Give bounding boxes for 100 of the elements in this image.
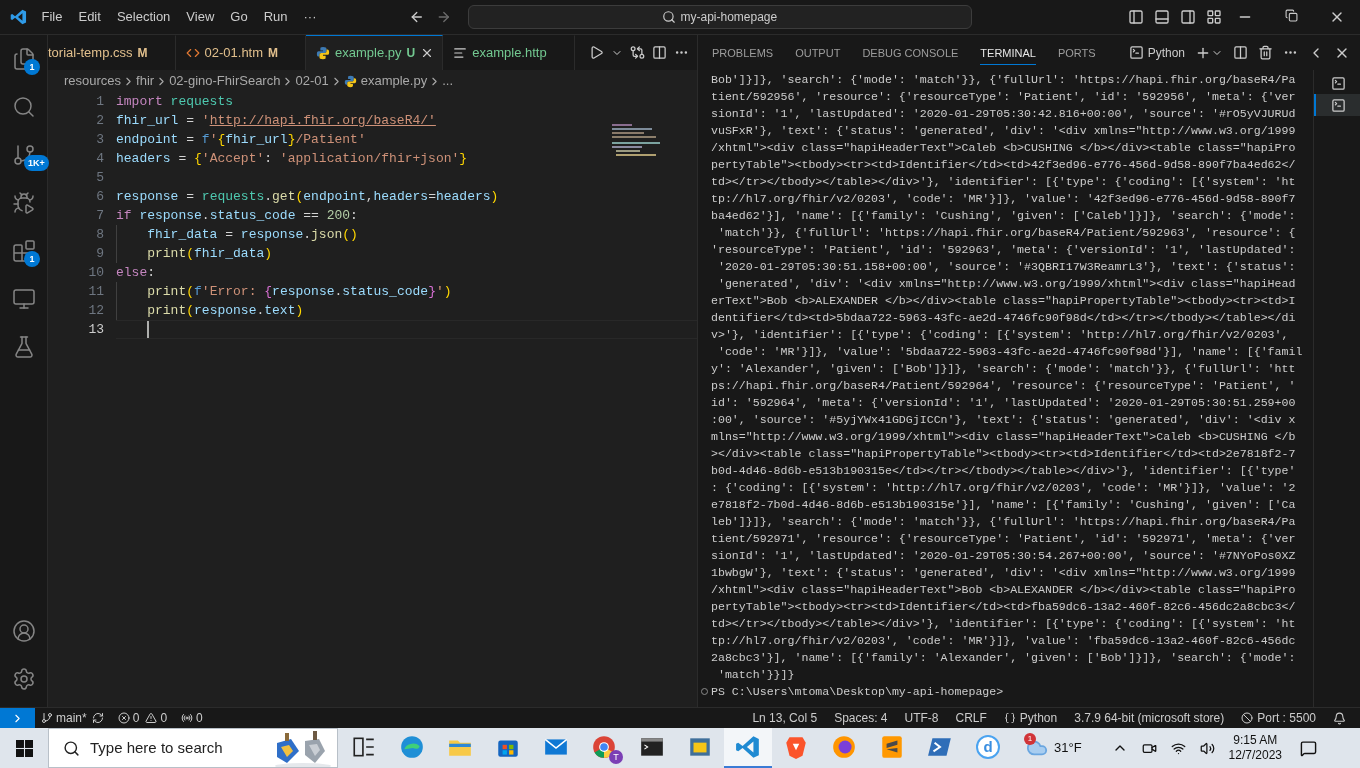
text-cursor — [147, 321, 150, 338]
menu-item[interactable]: Run — [255, 7, 296, 27]
code-text: ' — [201, 112, 210, 130]
editor-icon — [879, 734, 905, 760]
split-terminal-icon[interactable] — [1233, 45, 1248, 60]
code-text: ( — [186, 302, 195, 320]
secondary-sidebar-icon[interactable] — [1180, 9, 1196, 25]
breadcrumb-item[interactable]: example.py — [360, 71, 428, 91]
code-text: else — [116, 264, 148, 282]
files-icon[interactable] — [12, 47, 36, 71]
code-text: fhir_url — [116, 112, 179, 130]
wifi-icon[interactable] — [1170, 740, 1186, 756]
taskbar-search-field[interactable]: Type here to search — [48, 728, 338, 768]
terminal-dropdown[interactable]: Python — [1128, 43, 1185, 62]
flask-icon[interactable] — [12, 335, 36, 359]
account-icon[interactable] — [12, 619, 36, 643]
breadcrumb-item[interactable]: resources — [64, 71, 122, 91]
layout-icon[interactable] — [1206, 9, 1222, 25]
line-number: 5 — [95, 169, 104, 187]
terminal-output-line: y': 'Alexander', 'given': ['Bob']}]}, 'search': {'mode': 'match'}}, {'fullUrl': 'htt — [711, 361, 1296, 377]
count-badge: 1K+ — [24, 155, 49, 171]
menu-item[interactable]: View — [178, 7, 223, 27]
editor-tab[interactable]: example.py U — [306, 35, 444, 70]
monitor-icon[interactable] — [12, 287, 36, 311]
breadcrumb-item[interactable]: ... — [442, 71, 453, 91]
temperature[interactable]: 31°F — [1054, 738, 1082, 758]
breadcrumb-item[interactable]: 02-01 — [295, 71, 329, 91]
forward-icon[interactable] — [436, 9, 452, 25]
indentation-setting[interactable]: Spaces: 4 — [834, 709, 888, 727]
line-number: 13 — [87, 321, 104, 339]
code-text: . — [264, 188, 273, 206]
run-icon[interactable] — [589, 45, 604, 60]
search-icon[interactable] — [12, 95, 36, 119]
code-text: ) — [443, 283, 452, 301]
cursor-position[interactable]: Ln 13, Col 5 — [752, 709, 818, 727]
interpreter-version[interactable]: 3.7.9 64-bit (microsoft store) — [1074, 709, 1225, 727]
encoding-setting[interactable]: UTF-8 — [904, 709, 939, 727]
panel-tab[interactable]: DEBUG CONSOLE — [862, 40, 959, 65]
restore-icon[interactable] — [1284, 9, 1298, 22]
language-mode[interactable]: Python — [1003, 709, 1058, 727]
clock[interactable]: 9:15 AM 12/7/2023 — [1228, 733, 1282, 763]
warning-icon — [145, 712, 158, 724]
terminal-list-item[interactable] — [1314, 94, 1360, 116]
live-server-port[interactable]: Port : 5500 — [1241, 709, 1316, 727]
menu-item[interactable]: Edit — [70, 7, 109, 27]
split-editor-icon[interactable] — [652, 45, 667, 60]
menu-item[interactable]: Go — [222, 7, 256, 27]
code-text: ( — [186, 245, 195, 263]
code-text: ) — [490, 188, 499, 206]
terminal-output-line: ba4ed62'}], 'name': [{'family': 'Cushing', 'given': ['Caleb']}]}, 'search': {'mode': — [711, 208, 1296, 224]
terminal-output-line: leb']}]}, 'search': {'mode': 'match'}}, {'fullUrl': 'https://hapi.fhir.org/baseR4/Pa — [711, 514, 1296, 530]
menu-item[interactable]: ··· — [295, 7, 325, 27]
terminal-output-line: pertyTable"><tbody><tr><td>Identifier</td><td>fba59dc6-13a2-460f-82c6-456dc2a8cbc3</ — [711, 599, 1296, 615]
compare-icon[interactable] — [630, 45, 645, 60]
editor-tab[interactable]: torial-temp.css M — [48, 35, 176, 70]
code-text: } — [459, 150, 468, 168]
panel-tab[interactable]: OUTPUT — [795, 40, 841, 65]
line-number: 6 — [95, 188, 104, 206]
lines-icon — [453, 46, 468, 60]
code-text: if — [116, 207, 132, 225]
notification-icon[interactable] — [1300, 739, 1317, 757]
panel-tab[interactable]: TERMINAL — [980, 40, 1036, 65]
terminal-output-line: :00', 'source': '#5yjYWx41GDGjICCn'}, 'text': {'status': 'generated', 'div': '<div x — [711, 412, 1296, 428]
settings-icon[interactable] — [12, 667, 36, 691]
terminal-output-line: pertyTable"><tbody><tr><td>Identifier</td><td>42f3ed96-e776-456d-9d58-890f7ba4ed62</ — [711, 157, 1296, 173]
count-badge: 1 — [24, 59, 40, 75]
taskbar-button[interactable]: T — [580, 728, 628, 768]
run-debug-icon[interactable] — [12, 191, 36, 215]
tab-label: example.py — [335, 44, 402, 63]
line-ending-setting[interactable]: CRLF — [955, 709, 987, 727]
alert-badge: 1 — [1024, 733, 1036, 745]
panel-toggle-icon[interactable] — [1154, 9, 1170, 25]
menu-item[interactable]: File — [33, 7, 71, 27]
command-search-field[interactable]: my-api-homepage — [467, 5, 972, 29]
branch-indicator[interactable]: main* — [41, 709, 87, 727]
broadcast-icon — [181, 712, 194, 724]
windows-logo-icon[interactable] — [15, 739, 33, 757]
line-number: 12 — [87, 302, 104, 320]
volume-icon[interactable] — [1199, 740, 1215, 756]
code-text: import — [116, 93, 163, 111]
trash-icon[interactable] — [1258, 45, 1273, 60]
code-text: text — [264, 302, 296, 320]
line-number: 3 — [95, 131, 104, 149]
code-text: status_code — [209, 207, 296, 225]
code-text: { — [217, 131, 226, 149]
sidebar-toggle-icon[interactable] — [1128, 9, 1144, 25]
notifications-icon[interactable] — [1333, 711, 1346, 725]
extensions-icon[interactable] — [12, 239, 36, 263]
ports-indicator[interactable]: 0 — [181, 709, 203, 727]
code-text: print — [147, 302, 187, 320]
sync-icon[interactable] — [91, 712, 104, 724]
breadcrumb-item[interactable]: fhir — [136, 71, 155, 91]
code-text: . — [201, 207, 210, 225]
menu-item[interactable]: Selection — [108, 7, 179, 27]
breadcrumb-item[interactable]: 02-gino-FhirSearch — [169, 71, 281, 91]
problems-indicator[interactable]: 0 0 — [117, 709, 168, 727]
panel-tab[interactable]: PROBLEMS — [712, 40, 774, 65]
panel-tab[interactable]: PORTS — [1057, 40, 1096, 65]
terminal-output-line: 'match'}}, {'fullUrl': 'https://hapi.fhir.org/baseR4/Patient/592963', 'resource': { — [716, 225, 1296, 241]
python-icon — [343, 74, 357, 88]
